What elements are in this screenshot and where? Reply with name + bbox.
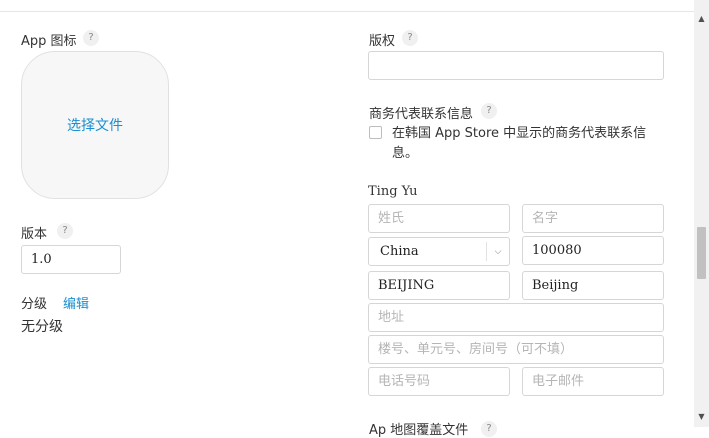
rating-value: 无分级 — [21, 319, 63, 335]
rating-label: 分级 — [21, 297, 48, 312]
address-line2-input[interactable] — [368, 335, 664, 364]
copyright-input[interactable] — [368, 51, 664, 80]
city-input[interactable] — [522, 271, 664, 300]
show-contact-checkbox-label: 在韩国 App Store 中显示的商务代表联系信息。 — [392, 126, 647, 161]
vertical-scrollbar[interactable] — [694, 0, 709, 427]
help-icon[interactable]: ? — [481, 103, 497, 119]
version-label: 版本 — [21, 227, 48, 242]
contact-name: Ting Yu — [368, 184, 418, 199]
state-input[interactable] — [368, 271, 510, 300]
help-icon[interactable]: ? — [83, 30, 99, 46]
scrollbar-thumb[interactable] — [697, 227, 706, 279]
show-contact-checkbox[interactable] — [369, 126, 382, 139]
help-icon[interactable]: ? — [57, 223, 73, 239]
top-divider — [0, 11, 694, 12]
rating-edit-link[interactable]: 编辑 — [63, 293, 89, 312]
country-select-value: China — [380, 244, 419, 259]
choose-file-link[interactable]: 选择文件 — [67, 115, 123, 135]
last-name-input[interactable] — [368, 204, 510, 233]
version-input[interactable] — [21, 245, 121, 274]
email-input[interactable] — [522, 367, 664, 396]
app-icon-upload-area[interactable]: 选择文件 — [21, 51, 169, 199]
country-select[interactable]: China ⌵ — [368, 237, 510, 266]
chevron-down-icon: ⌵ — [494, 246, 502, 257]
contact-info-label: 商务代表联系信息 — [369, 107, 474, 122]
help-icon[interactable]: ? — [402, 30, 418, 46]
first-name-input[interactable] — [522, 204, 664, 233]
app-icon-label: App 图标 — [21, 34, 77, 49]
phone-input[interactable] — [368, 367, 510, 396]
help-icon[interactable]: ? — [481, 421, 497, 437]
copyright-label: 版权 — [369, 34, 396, 49]
scroll-down-arrow-icon[interactable]: ▼ — [694, 412, 709, 421]
address-input[interactable] — [368, 303, 664, 332]
postal-code-input[interactable] — [522, 236, 664, 265]
next-section-label-partial: Ap 地图覆盖文件 — [369, 423, 469, 438]
scroll-up-arrow-icon[interactable]: ▲ — [694, 14, 709, 23]
